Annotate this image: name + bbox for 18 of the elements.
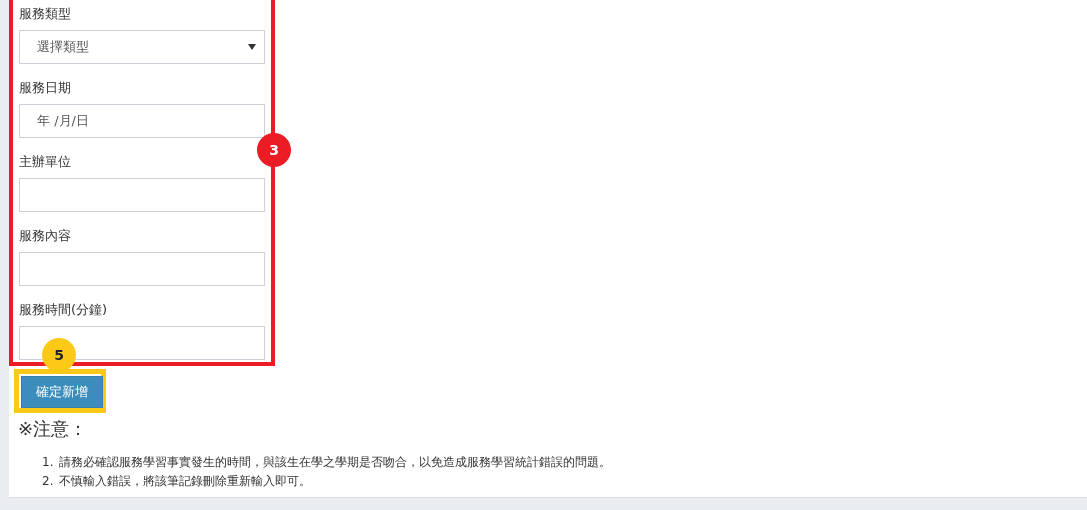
input-field[interactable]	[19, 326, 265, 360]
input-field[interactable]	[19, 252, 265, 286]
submit-button[interactable]: 確定新增	[21, 376, 103, 408]
notice-text: 不慎輸入錯誤，將該筆記錄刪除重新輸入即可。	[59, 473, 312, 490]
item-number: 1.	[42, 454, 54, 471]
field-label: 服務類型	[19, 5, 72, 23]
item-number: 2.	[42, 473, 54, 490]
field-label: 服務時間(分鐘)	[19, 301, 109, 319]
field-label: 服務日期	[19, 79, 72, 97]
field-label: 主辦單位	[19, 153, 72, 171]
type-select[interactable]: 選擇類型	[19, 30, 265, 64]
caret-icon	[248, 44, 256, 50]
notice-text: 請務必確認服務學習事實發生的時間，與該生在學之學期是否吻合，以免造成服務學習統計錯誤的問題。	[59, 454, 612, 471]
field-label: 服務內容	[19, 227, 72, 245]
step-badge: 3	[257, 133, 291, 167]
input-field[interactable]	[19, 178, 265, 212]
date-field[interactable]: 年 /月/日	[19, 104, 265, 138]
notice-title: ※注意：	[18, 417, 89, 441]
